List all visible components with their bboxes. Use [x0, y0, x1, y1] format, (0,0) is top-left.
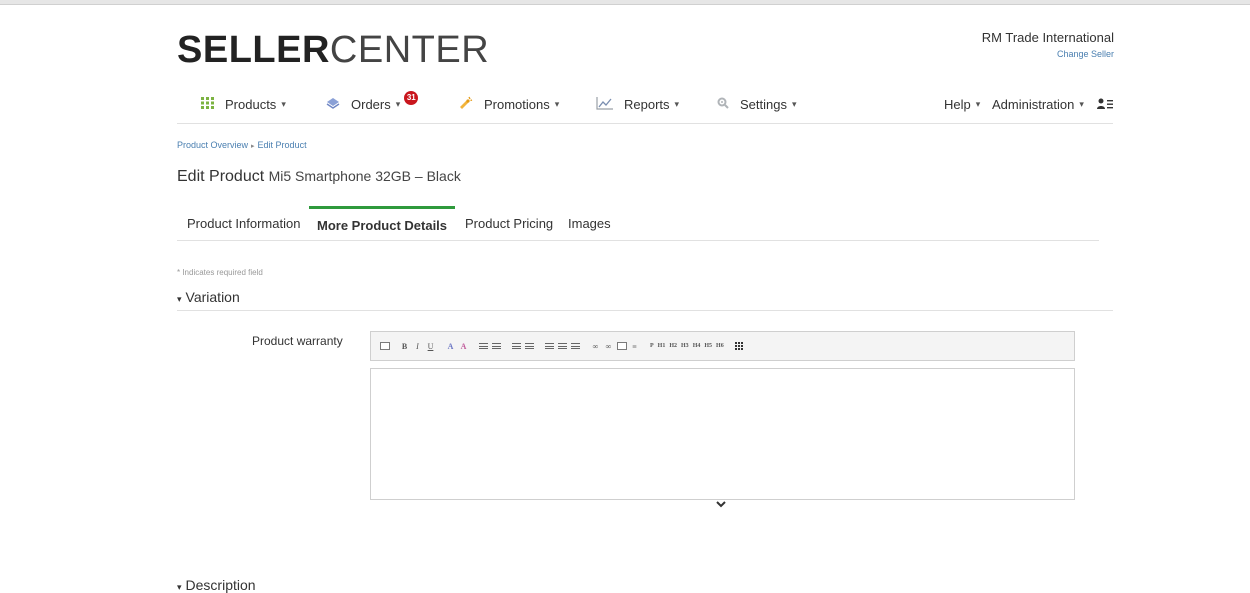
bold-button[interactable]: B	[399, 339, 410, 353]
nav-help-label: Help	[944, 96, 971, 112]
align-left-icon[interactable]	[544, 339, 555, 353]
chart-icon	[596, 96, 614, 113]
nav-products-label: Products	[225, 96, 277, 112]
caret-down-icon: ▾	[281, 98, 286, 109]
top-border	[0, 0, 1250, 5]
unordered-list-icon[interactable]	[491, 339, 502, 353]
breadcrumb-edit-product[interactable]: Edit Product	[258, 140, 307, 150]
caret-down-icon: ▾	[1079, 98, 1084, 109]
variation-section-toggle[interactable]: ▾ Variation	[177, 289, 240, 305]
image-icon[interactable]	[616, 339, 627, 353]
table-grid-icon[interactable]	[734, 339, 745, 353]
horizontal-rule-icon[interactable]: ≡	[629, 339, 640, 353]
logo-bold: SELLER	[177, 29, 330, 71]
align-right-icon[interactable]	[570, 339, 581, 353]
h5-button[interactable]: H5	[703, 339, 713, 353]
html-view-button[interactable]	[379, 339, 390, 353]
seller-name: RM Trade International	[981, 30, 1114, 45]
tab-more-product-details[interactable]: More Product Details	[309, 206, 456, 241]
change-seller-link[interactable]: Change Seller	[982, 49, 1114, 59]
main-nav: Products ▾ Orders ▾ 31 Promotions ▾ Reports…	[177, 89, 1113, 124]
gear-icon	[716, 96, 730, 113]
page-title: Edit Product Mi5 Smartphone 32GB – Black	[177, 168, 461, 186]
nav-help[interactable]: Help ▾	[944, 89, 980, 119]
variation-section-label: Variation	[185, 289, 240, 305]
page-title-label: Edit Product	[177, 168, 265, 185]
chevron-down-icon[interactable]	[716, 500, 726, 512]
tab-product-pricing[interactable]: Product Pricing	[457, 206, 561, 241]
orders-icon	[325, 96, 341, 113]
h6-button[interactable]: H6	[715, 339, 725, 353]
logo-light: CENTER	[329, 29, 490, 71]
caret-down-icon: ▾	[177, 294, 182, 304]
italic-button[interactable]: I	[412, 339, 423, 353]
underline-button[interactable]: U	[425, 339, 436, 353]
h3-button[interactable]: H3	[680, 339, 690, 353]
nav-administration-label: Administration	[992, 96, 1075, 112]
user-menu-icon[interactable]	[1097, 89, 1113, 119]
nav-orders[interactable]: Orders ▾ 31	[325, 89, 419, 119]
outdent-icon[interactable]	[511, 339, 522, 353]
product-warranty-editor[interactable]	[370, 368, 1075, 500]
nav-promotions[interactable]: Promotions ▾	[458, 89, 559, 119]
unlink-icon[interactable]: ∞	[603, 339, 614, 353]
grid-icon	[201, 96, 215, 112]
breadcrumb: Product Overview ▸ Edit Product	[177, 140, 307, 150]
link-icon[interactable]: ∞	[590, 339, 601, 353]
nav-settings[interactable]: Settings ▾	[716, 89, 797, 119]
seller-center-logo[interactable]: SELLERCENTER	[177, 30, 489, 70]
tab-product-information[interactable]: Product Information	[179, 206, 308, 241]
nav-administration[interactable]: Administration ▾	[992, 89, 1084, 119]
indent-icon[interactable]	[524, 339, 535, 353]
caret-down-icon: ▾	[975, 98, 981, 109]
background-color-icon[interactable]: A	[458, 339, 469, 353]
paragraph-button[interactable]: P	[649, 339, 655, 353]
caret-down-icon: ▾	[395, 98, 401, 109]
caret-down-icon: ▾	[674, 98, 680, 109]
seller-info: RM Trade International Change Seller	[982, 30, 1114, 59]
breadcrumb-separator-icon: ▸	[251, 143, 255, 150]
product-tabs: Product Information More Product Details…	[177, 206, 1099, 241]
align-center-icon[interactable]	[557, 339, 568, 353]
orders-count-badge: 31	[404, 91, 419, 105]
product-warranty-label: Product warranty	[252, 334, 343, 348]
breadcrumb-product-overview[interactable]: Product Overview	[177, 140, 248, 150]
nav-products[interactable]: Products ▾	[201, 89, 286, 119]
editor-toolbar: B I U A A ∞ ∞ ≡ P H1 H2 H3 H4 H5 H6	[370, 331, 1075, 361]
font-color-icon[interactable]: A	[445, 339, 456, 353]
ordered-list-icon[interactable]	[478, 339, 489, 353]
nav-reports[interactable]: Reports ▾	[596, 89, 679, 119]
megaphone-icon	[458, 95, 474, 114]
caret-down-icon: ▾	[554, 98, 560, 109]
tab-images[interactable]: Images	[560, 206, 619, 241]
h4-button[interactable]: H4	[692, 339, 702, 353]
product-name: Mi5 Smartphone 32GB – Black	[268, 168, 461, 184]
required-field-note: * Indicates required field	[177, 268, 263, 277]
section-divider	[177, 310, 1113, 311]
nav-reports-label: Reports	[624, 96, 670, 112]
nav-orders-label: Orders	[351, 96, 391, 112]
caret-down-icon: ▾	[791, 98, 797, 109]
nav-promotions-label: Promotions	[484, 96, 550, 112]
h2-button[interactable]: H2	[668, 339, 678, 353]
nav-settings-label: Settings	[740, 96, 787, 112]
h1-button[interactable]: H1	[657, 339, 667, 353]
